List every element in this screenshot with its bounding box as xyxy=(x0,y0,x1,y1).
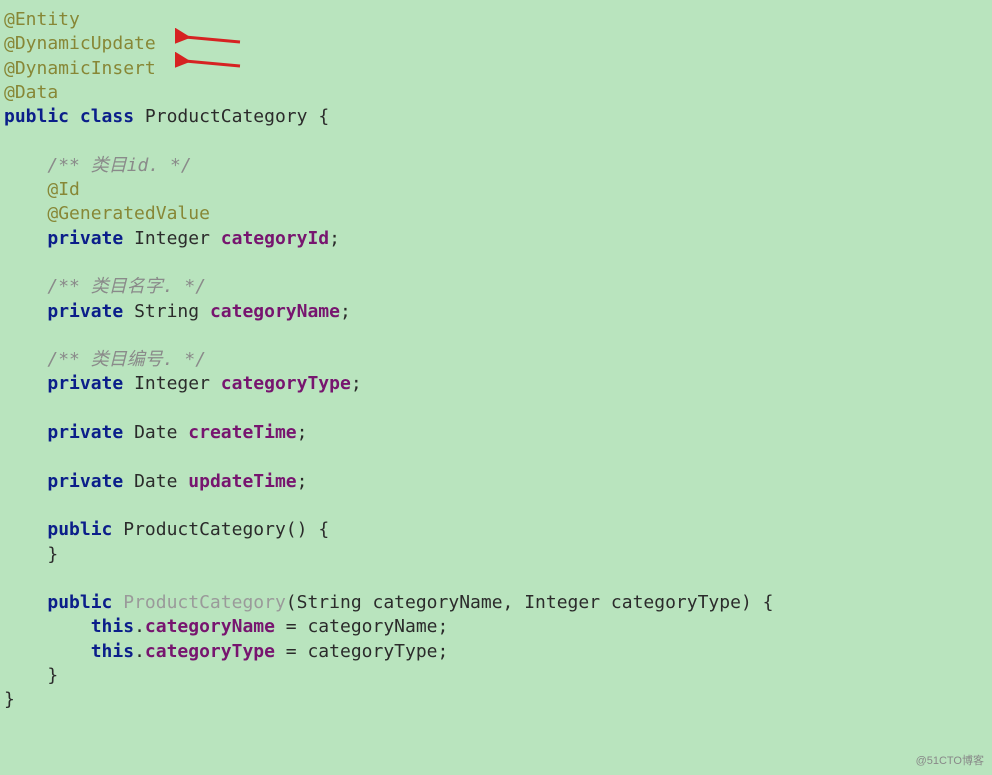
dot: . xyxy=(134,641,145,662)
annotation-dynamic-update: @DynamicUpdate xyxy=(4,33,156,54)
annotation-dynamic-insert: @DynamicInsert xyxy=(4,58,156,79)
field-create-time: createTime xyxy=(188,422,296,443)
keyword-private: private xyxy=(47,301,123,322)
keyword-private: private xyxy=(47,373,123,394)
semicolon: ; xyxy=(438,641,449,662)
equals: = xyxy=(275,616,308,637)
brace-close-class: } xyxy=(4,689,15,710)
semicolon: ; xyxy=(297,471,308,492)
keyword-private: private xyxy=(47,422,123,443)
constructor-params: (String categoryName, Integer categoryTy… xyxy=(286,592,752,613)
constructor-name: ProductCategory xyxy=(123,519,286,540)
brace-close: } xyxy=(47,665,58,686)
paren-open: ( xyxy=(286,519,297,540)
field-category-name: categoryName xyxy=(210,301,340,322)
equals: = xyxy=(275,641,308,662)
type-string: String xyxy=(134,301,199,322)
keyword-class: class xyxy=(80,106,134,127)
keyword-this: this xyxy=(91,641,134,662)
field-category-id: categoryId xyxy=(221,228,329,249)
semicolon: ; xyxy=(297,422,308,443)
field-category-name-assign: categoryName xyxy=(145,616,275,637)
comment-category-name: /** 类目名字. */ xyxy=(47,276,206,297)
field-category-type: categoryType xyxy=(221,373,351,394)
annotation-entity: @Entity xyxy=(4,9,80,30)
class-name: ProductCategory xyxy=(145,106,308,127)
keyword-private: private xyxy=(47,471,123,492)
brace-close: } xyxy=(47,544,58,565)
semicolon: ; xyxy=(340,301,351,322)
comment-category-id: /** 类目id. */ xyxy=(47,155,191,176)
type-integer: Integer xyxy=(134,228,210,249)
param-category-type: categoryType xyxy=(307,641,437,662)
keyword-private: private xyxy=(47,228,123,249)
annotation-id: @Id xyxy=(47,179,80,200)
brace-open: { xyxy=(763,592,774,613)
constructor-name-gray: ProductCategory xyxy=(123,592,286,613)
type-date: Date xyxy=(134,422,177,443)
semicolon: ; xyxy=(351,373,362,394)
brace-open: { xyxy=(318,519,329,540)
param-category-name: categoryName xyxy=(307,616,437,637)
paren-close: ) xyxy=(297,519,308,540)
code-block: @Entity @DynamicUpdate @DynamicInsert @D… xyxy=(4,8,988,713)
keyword-public: public xyxy=(47,519,112,540)
semicolon: ; xyxy=(329,228,340,249)
comment-category-type: /** 类目编号. */ xyxy=(47,349,206,370)
keyword-public: public xyxy=(47,592,112,613)
annotation-data: @Data xyxy=(4,82,58,103)
semicolon: ; xyxy=(438,616,449,637)
field-update-time: updateTime xyxy=(188,471,296,492)
annotation-generated-value: @GeneratedValue xyxy=(47,203,210,224)
field-category-type-assign: categoryType xyxy=(145,641,275,662)
dot: . xyxy=(134,616,145,637)
keyword-this: this xyxy=(91,616,134,637)
type-integer: Integer xyxy=(134,373,210,394)
keyword-public: public xyxy=(4,106,69,127)
type-date: Date xyxy=(134,471,177,492)
watermark-text: @51CTO博客 xyxy=(916,754,984,769)
brace-open: { xyxy=(318,106,329,127)
